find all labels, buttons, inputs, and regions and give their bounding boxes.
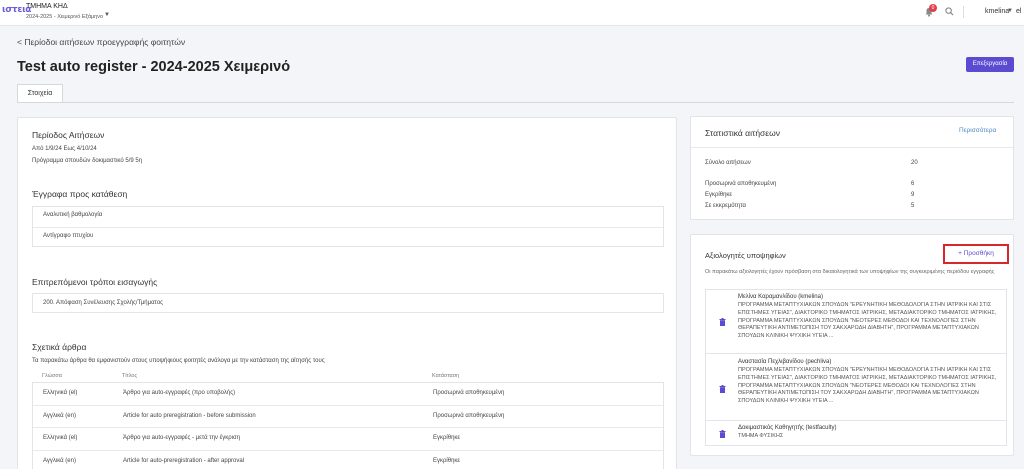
article-title: Article for auto-preregistration - after… (123, 458, 245, 464)
chevron-down-icon[interactable]: ▼ (1007, 8, 1013, 14)
list-item: Αναλυτική βαθμολογία (33, 207, 663, 227)
stat-value: 6 (911, 181, 915, 187)
add-evaluator-button[interactable]: + Προσθήκη (943, 244, 1009, 264)
document-name: Αντίγραφο πτυχίου (43, 233, 94, 239)
article-language: Αγγλικά (en) (43, 413, 76, 419)
stat-value: 20 (911, 160, 918, 166)
column-header: Τίτλος (122, 373, 138, 379)
column-header: Γλώσσα (42, 373, 62, 379)
stat-label: Προσωρινά αποθηκευμένη (705, 181, 777, 187)
evaluator-programs: ΠΡΟΓΡΑΜΜΑ ΜΕΤΑΠΤΥΧΙΑΚΩΝ ΣΠΟΥΔΩΝ "ΕΡΕΥΝΗΤ… (738, 302, 997, 340)
entry-methods-list: 200. Απόφαση Συνέλευσης Σχολής/Τμήματος (32, 293, 664, 313)
divider (963, 6, 964, 18)
list-item: Μελίνα Καραμανλίδου (kmelina) ΠΡΟΓΡΑΜΜΑ … (705, 289, 1007, 353)
entry-methods-title: Επιτρεπόμενοι τρόποι εισαγωγής (32, 277, 158, 287)
article-status: Εγκρίθηκε (433, 458, 461, 464)
evaluator-name: Δοκιμαστικός Καθηγητής (testfaculty) (738, 425, 837, 431)
trash-icon[interactable] (719, 385, 726, 393)
articles-title: Σχετικά άρθρα (32, 342, 87, 352)
documents-title: Έγγραφα προς κατάθεση (32, 189, 128, 199)
stat-label: Σύνολο αιτήσεων (705, 160, 751, 166)
list-item: Αντίγραφο πτυχίου (33, 227, 663, 247)
evaluator-programs: ΤΜΗΜΑ ΦΥΣΙΚΗΣ (738, 433, 784, 439)
list-item: Δοκιμαστικός Καθηγητής (testfaculty) ΤΜΗ… (705, 420, 1007, 446)
article-title: Article for auto preregistration - befor… (123, 413, 256, 419)
articles-description: Τα παρακάτω άρθρα θα εμφανιστούν στους υ… (32, 358, 325, 364)
department-name[interactable]: ΤΜΗΜΑ ΚΗΔ (26, 3, 68, 10)
statistics-panel: Στατιστικά αιτήσεων Περισσότερα Σύνολο α… (690, 116, 1014, 220)
list-item: Αναστασία Πεχλιβανίδου (pechliva) ΠΡΟΓΡΑ… (705, 353, 1007, 420)
article-language: Ελληνικά (el) (43, 390, 78, 396)
evaluators-panel: Αξιολογητές υποψηφίων + Προσθήκη Οι παρα… (690, 234, 1014, 456)
evaluator-name: Μελίνα Καραμανλίδου (kmelina) (738, 294, 823, 300)
table-row[interactable]: Αγγλικά (en) Article for auto-preregistr… (33, 450, 663, 469)
trash-icon[interactable] (719, 318, 726, 326)
user-menu[interactable]: kmelina (985, 8, 1009, 15)
article-status: Προσωρινά αποθηκευμένη (433, 390, 505, 396)
stat-label: Εγκρίθηκε (705, 192, 733, 198)
evaluator-name: Αναστασία Πεχλιβανίδου (pechliva) (738, 359, 832, 365)
top-navbar: ιστεια ΤΜΗΜΑ ΚΗΔ 2024-2025 - Χειμερινό Ε… (0, 0, 1024, 26)
articles-body: Ελληνικά (el) Άρθρο για auto-εγγραφές (π… (32, 382, 664, 469)
chevron-down-icon[interactable]: ▼ (104, 12, 110, 18)
article-title: Άρθρο για auto-εγγραφές - μετά την έγκρι… (123, 435, 241, 441)
notification-badge: 0 (929, 4, 937, 12)
table-row[interactable]: Ελληνικά (el) Άρθρο για auto-εγγραφές (π… (33, 383, 663, 405)
entry-method: 200. Απόφαση Συνέλευσης Σχολής/Τμήματος (43, 300, 164, 306)
article-language: Ελληνικά (el) (43, 435, 78, 441)
period-title: Περίοδος Αιτήσεων (32, 130, 105, 140)
column-header: Κατάσταση (432, 373, 460, 379)
documents-list: Αναλυτική βαθμολογία Αντίγραφο πτυχίου (32, 206, 664, 247)
document-name: Αναλυτική βαθμολογία (43, 212, 103, 218)
stat-value: 9 (911, 192, 915, 198)
search-icon[interactable] (945, 7, 954, 16)
tab-divider (17, 102, 1014, 103)
article-status: Προσωρινά αποθηκευμένη (433, 413, 505, 419)
tab-details[interactable]: Στοιχεία (17, 84, 63, 103)
period-dates: Από 1/9/24 Εως 4/10/24 (32, 146, 97, 152)
article-status: Εγκρίθηκε (433, 435, 461, 441)
page-title: Test auto register - 2024-2025 Χειμερινό (17, 59, 291, 75)
stat-label: Σε εκκρεμότητα (705, 203, 746, 209)
more-link[interactable]: Περισσότερα (959, 127, 996, 134)
article-title: Άρθρο για auto-εγγραφές (προ υποβολής) (123, 390, 236, 396)
table-row[interactable]: Αγγλικά (en) Article for auto preregistr… (33, 405, 663, 427)
divider (691, 147, 1013, 148)
stat-value: 5 (911, 203, 915, 209)
period-selector-label[interactable]: 2024-2025 - Χειμερινό Εξάμηνο (26, 14, 103, 20)
back-link[interactable]: < Περίοδοι αιτήσεων προεγγραφής φοιτητών (17, 37, 185, 47)
details-panel: Περίοδος Αιτήσεων Από 1/9/24 Εως 4/10/24… (17, 117, 677, 469)
statistics-title: Στατιστικά αιτήσεων (705, 128, 780, 138)
back-link-label: Περίοδοι αιτήσεων προεγγραφής φοιτητών (24, 37, 186, 47)
program-name: Πρόγραμμα σπουδών δοκιμαστικό 5/9 5η (32, 158, 143, 164)
edit-button[interactable]: Επεξεργασία (966, 57, 1014, 72)
evaluator-programs: ΠΡΟΓΡΑΜΜΑ ΜΕΤΑΠΤΥΧΙΑΚΩΝ ΣΠΟΥΔΩΝ "ΕΡΕΥΝΗΤ… (738, 367, 997, 405)
language-switch[interactable]: el (1016, 8, 1021, 15)
article-language: Αγγλικά (en) (43, 458, 76, 464)
table-row[interactable]: Ελληνικά (el) Άρθρο για auto-εγγραφές - … (33, 427, 663, 450)
trash-icon[interactable] (719, 430, 726, 438)
evaluators-description: Οι παρακάτω αξιολογητές έχουν πρόσβαση σ… (705, 269, 995, 275)
evaluators-title: Αξιολογητές υποψηφίων (705, 251, 786, 260)
articles-table: Γλώσσα Τίτλος Κατάσταση Ελληνικά (el) Άρ… (32, 370, 664, 469)
